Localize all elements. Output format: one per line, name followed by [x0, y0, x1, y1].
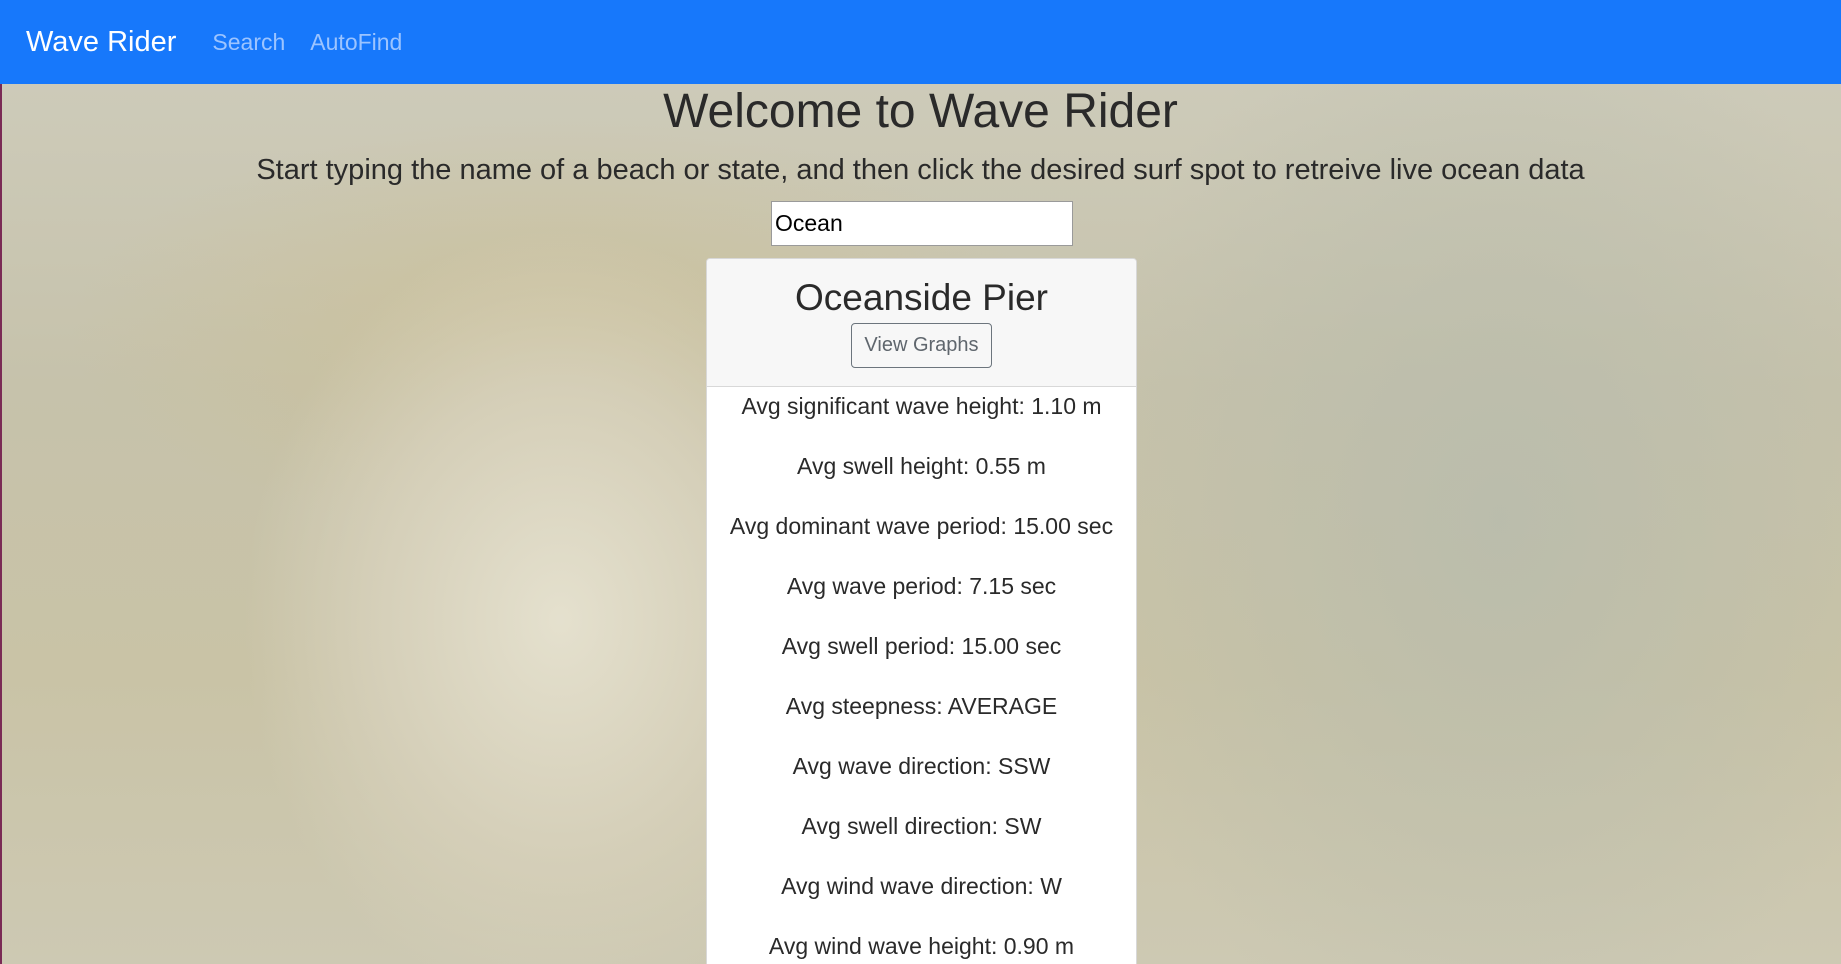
stat-wind-wave-direction: Avg wind wave direction: W	[781, 873, 1062, 899]
stat-wave-direction: Avg wave direction: SSW	[792, 753, 1051, 779]
card-header: Oceanside Pier View Graphs	[707, 259, 1136, 387]
stat-swell-direction: Avg swell direction: SW	[801, 813, 1042, 839]
brand-link[interactable]: Wave Rider	[26, 26, 176, 59]
nav-link-search[interactable]: Search	[212, 29, 285, 56]
stat-wind-wave-height: Avg wind wave height: 0.90 m	[768, 933, 1075, 959]
search-input[interactable]	[771, 201, 1073, 246]
surf-spot-name: Oceanside Pier	[795, 277, 1048, 318]
nav-link-autofind[interactable]: AutoFind	[310, 29, 402, 56]
surf-spot-card: Oceanside Pier View Graphs Avg significa…	[706, 258, 1137, 964]
stat-steepness: Avg steepness: AVERAGE	[785, 693, 1058, 719]
stat-wave-period: Avg wave period: 7.15 sec	[786, 573, 1057, 599]
window-edge	[0, 0, 2, 964]
page-title: Welcome to Wave Rider	[663, 85, 1178, 138]
stat-significant-wave-height: Avg significant wave height: 1.10 m	[741, 393, 1102, 419]
stat-swell-period: Avg swell period: 15.00 sec	[781, 633, 1062, 659]
ocean-stats-list: Avg significant wave height: 1.10 m Avg …	[707, 387, 1136, 964]
navbar: Wave Rider Search AutoFind	[0, 0, 1841, 84]
stat-swell-height: Avg swell height: 0.55 m	[797, 453, 1046, 479]
view-graphs-button[interactable]: View Graphs	[851, 323, 992, 368]
stat-dominant-wave-period: Avg dominant wave period: 15.00 sec	[729, 513, 1114, 539]
page-subtitle: Start typing the name of a beach or stat…	[256, 154, 1585, 186]
